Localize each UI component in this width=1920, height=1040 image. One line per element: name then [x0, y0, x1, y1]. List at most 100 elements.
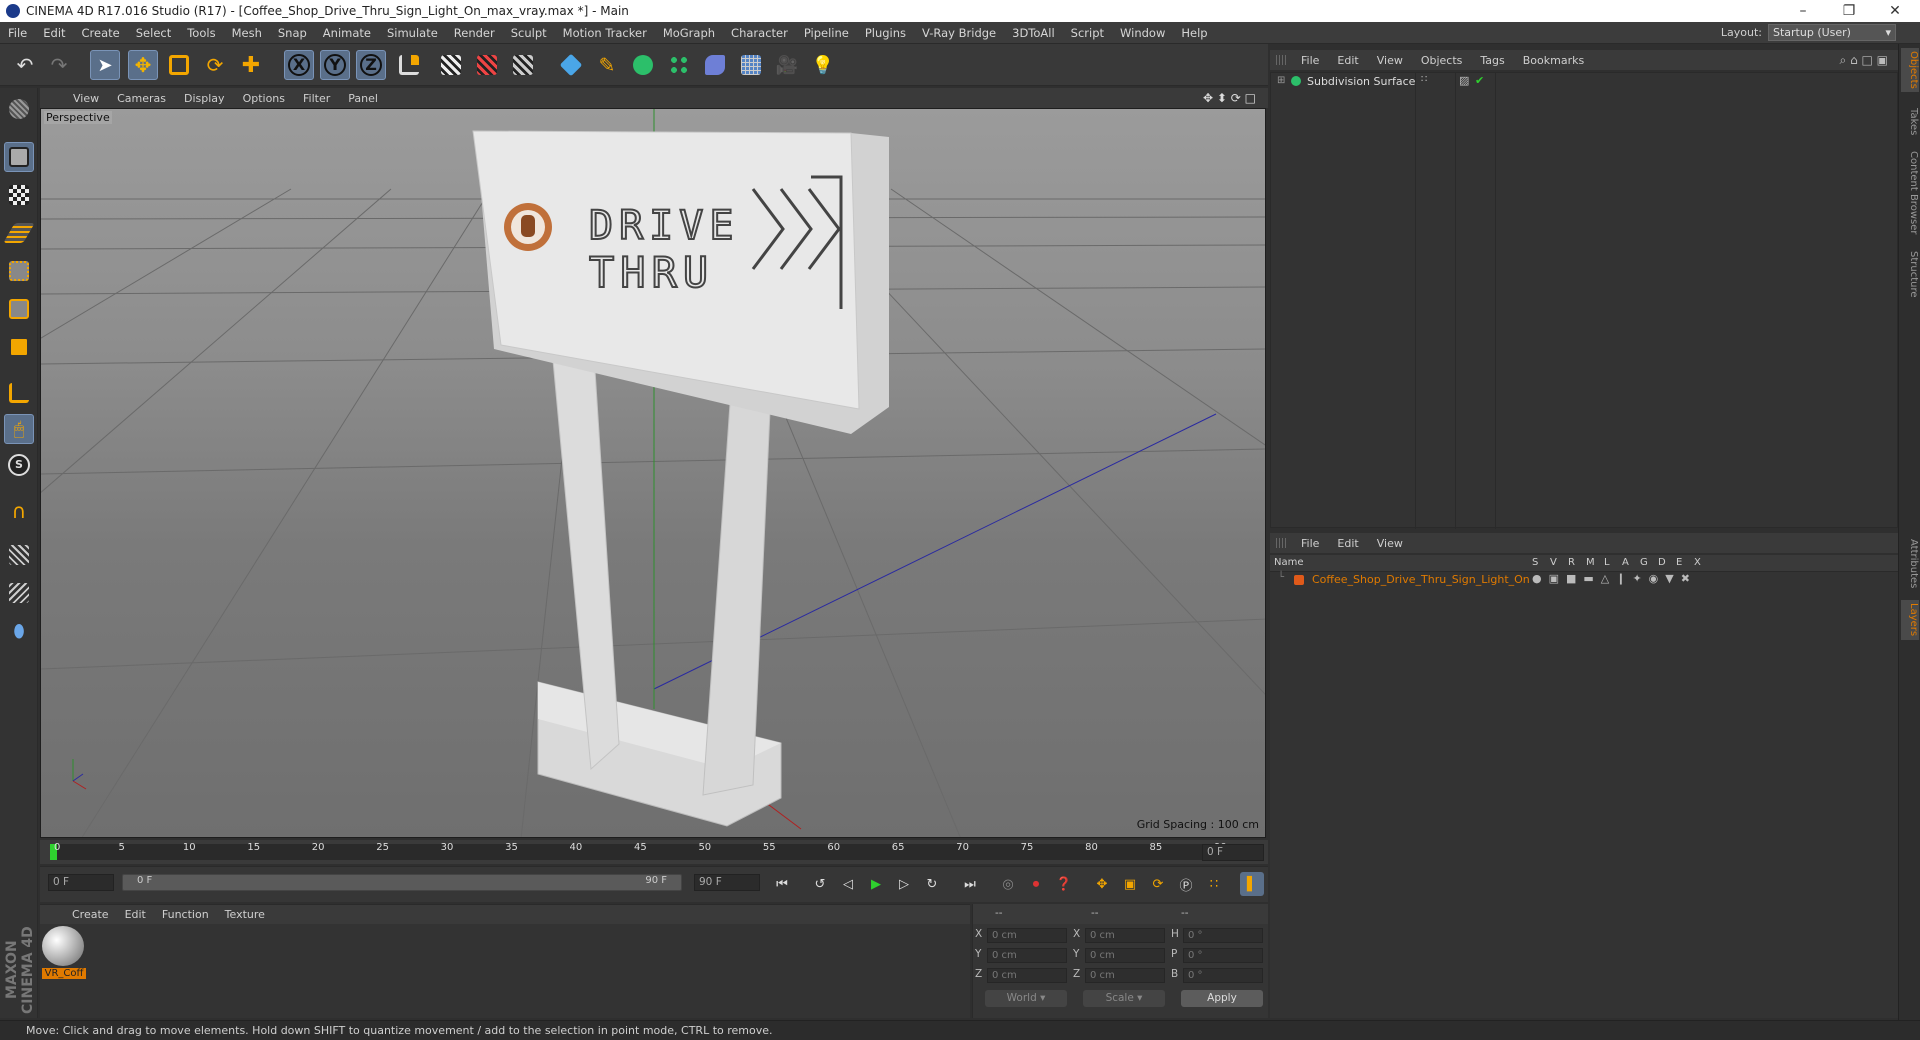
viewport-menu-display[interactable]: Display — [175, 92, 234, 105]
magnet-button[interactable]: ∩ — [4, 496, 34, 526]
python-button[interactable]: ⬮ — [4, 616, 34, 646]
layer-menu-edit[interactable]: Edit — [1328, 537, 1367, 550]
object-row-subdivision-surface[interactable]: ⊞ Subdivision Surface — [1271, 73, 1899, 91]
start-frame-field[interactable]: 0 F — [48, 874, 114, 891]
menu-edit[interactable]: Edit — [35, 26, 73, 40]
current-frame-field[interactable]: 0 F — [1202, 844, 1264, 861]
size-z-field[interactable]: 0 cm — [1085, 968, 1165, 983]
render-view-button[interactable] — [436, 50, 466, 80]
object-menu-tags[interactable]: Tags — [1471, 54, 1513, 67]
model-mode-button[interactable] — [4, 142, 34, 172]
end-frame-field[interactable]: 90 F — [694, 874, 760, 891]
layer-col-s[interactable]: S — [1532, 557, 1538, 568]
recent-tool-button[interactable]: ✚ — [236, 50, 266, 80]
points-mode-button[interactable] — [4, 256, 34, 286]
size-y-field[interactable]: 0 cm — [1085, 948, 1165, 963]
add-array-button[interactable] — [664, 50, 694, 80]
menu-motion-tracker[interactable]: Motion Tracker — [555, 26, 655, 40]
tab-attributes[interactable]: Attributes — [1901, 534, 1919, 594]
panel-grip-icon[interactable] — [1276, 55, 1286, 65]
workplane-mode-button[interactable] — [3, 218, 35, 248]
viewport-menu-options[interactable]: Options — [234, 92, 294, 105]
layer-col-g[interactable]: G — [1640, 557, 1648, 568]
layer-col-x[interactable]: X — [1694, 557, 1701, 568]
tab-objects[interactable]: Objects — [1901, 48, 1919, 92]
autokey-button[interactable]: ❓ — [1052, 872, 1076, 896]
redo-button[interactable]: ↷ — [44, 50, 74, 80]
snap-settings-button[interactable]: S — [4, 450, 34, 480]
render-picture-viewer-button[interactable] — [472, 50, 502, 80]
position-x-field[interactable]: 0 cm — [987, 928, 1067, 943]
object-manager-toolbar-icons[interactable]: ⌕ ⌂ □ ▣ — [1840, 53, 1888, 68]
add-deformer-button[interactable] — [700, 50, 730, 80]
edit-tag-icon[interactable]: ▨ — [1459, 74, 1469, 87]
layer-col-v[interactable]: V — [1550, 557, 1557, 568]
workplane-rotate-button[interactable] — [4, 578, 34, 608]
tab-content-browser[interactable]: Content Browser — [1901, 148, 1919, 238]
object-menu-objects[interactable]: Objects — [1412, 54, 1472, 67]
object-menu-edit[interactable]: Edit — [1328, 54, 1367, 67]
material-menu-edit[interactable]: Edit — [117, 908, 154, 921]
add-nurbs-button[interactable] — [628, 50, 658, 80]
material-menu-texture[interactable]: Texture — [217, 908, 273, 921]
x-axis-button[interactable]: X — [284, 50, 314, 80]
step-forward-button[interactable]: ▷ — [892, 872, 916, 896]
tab-takes[interactable]: Takes — [1901, 104, 1919, 140]
timeline-ruler[interactable]: 051015202530354045505560657075808590 0 F — [40, 840, 1268, 864]
key-position-button[interactable]: ✥ — [1090, 872, 1114, 896]
scale-tool-button[interactable] — [164, 50, 194, 80]
layer-col-r[interactable]: R — [1568, 557, 1575, 568]
layer-color-swatch[interactable] — [1294, 575, 1304, 585]
viewport-nav-icons[interactable]: ✥ ⬍ ⟳ □ — [1203, 91, 1256, 105]
make-editable-button[interactable] — [4, 94, 34, 124]
object-menu-file[interactable]: File — [1292, 54, 1328, 67]
apply-button[interactable]: Apply — [1181, 990, 1263, 1007]
range-slider[interactable]: 0 F 90 F — [122, 874, 682, 891]
record-button[interactable]: ⏺ — [1024, 872, 1048, 896]
z-axis-button[interactable]: Z — [356, 50, 386, 80]
tab-structure[interactable]: Structure — [1901, 246, 1919, 302]
viewport-menu-cameras[interactable]: Cameras — [108, 92, 175, 105]
tweak-mode-button[interactable]: 🖱 — [4, 414, 34, 444]
perspective-viewport[interactable]: DRIVE THRU Perspective Grid Spacing : 10… — [40, 108, 1266, 838]
goto-start-button[interactable]: ⏮ — [770, 872, 794, 896]
material-menu-function[interactable]: Function — [154, 908, 217, 921]
timeline-window-button[interactable]: ▌ — [1240, 872, 1264, 896]
layer-col-l[interactable]: L — [1604, 557, 1610, 568]
add-cube-button[interactable] — [556, 50, 586, 80]
menu-script[interactable]: Script — [1063, 26, 1112, 40]
layer-col-name[interactable]: Name — [1274, 557, 1304, 568]
menu-character[interactable]: Character — [723, 26, 796, 40]
menu-plugins[interactable]: Plugins — [857, 26, 914, 40]
position-z-field[interactable]: 0 cm — [987, 968, 1067, 983]
undo-button[interactable]: ↶ — [10, 50, 40, 80]
y-axis-button[interactable]: Y — [320, 50, 350, 80]
layer-menu-view[interactable]: View — [1368, 537, 1412, 550]
scale-dropdown[interactable]: Scale ▾ — [1083, 990, 1165, 1007]
object-menu-view[interactable]: View — [1368, 54, 1412, 67]
key-rotation-button[interactable]: ⟳ — [1146, 872, 1170, 896]
position-y-field[interactable]: 0 cm — [987, 948, 1067, 963]
motion-path-button[interactable]: ◎ — [996, 872, 1020, 896]
add-light-button[interactable]: 💡 — [808, 50, 838, 80]
add-camera-button[interactable]: 🎥 — [772, 50, 802, 80]
goto-end-button[interactable]: ⏭ — [958, 872, 982, 896]
restore-button[interactable]: ❐ — [1826, 0, 1872, 22]
lock-workplane-button[interactable] — [4, 540, 34, 570]
edges-mode-button[interactable] — [4, 294, 34, 324]
viewport-menu-panel[interactable]: Panel — [339, 92, 387, 105]
menu-help[interactable]: Help — [1173, 26, 1215, 40]
layer-col-d[interactable]: D — [1658, 557, 1666, 568]
menu-tools[interactable]: Tools — [179, 26, 223, 40]
layer-row[interactable]: └ Coffee_Shop_Drive_Thru_Sign_Light_On ●… — [1270, 572, 1898, 588]
goto-next-key-button[interactable]: ↻ — [920, 872, 944, 896]
menu-3dtoall[interactable]: 3DToAll — [1004, 26, 1063, 40]
menu-sculpt[interactable]: Sculpt — [503, 26, 555, 40]
play-button[interactable]: ▶ — [864, 872, 888, 896]
layer-col-m[interactable]: M — [1586, 557, 1595, 568]
menu-create[interactable]: Create — [74, 26, 128, 40]
axis-mode-button[interactable] — [4, 378, 34, 408]
rotate-tool-button[interactable]: ⟳ — [200, 50, 230, 80]
move-tool-button[interactable]: ✥ — [128, 50, 158, 80]
rotation-b-field[interactable]: 0 ° — [1183, 968, 1263, 983]
